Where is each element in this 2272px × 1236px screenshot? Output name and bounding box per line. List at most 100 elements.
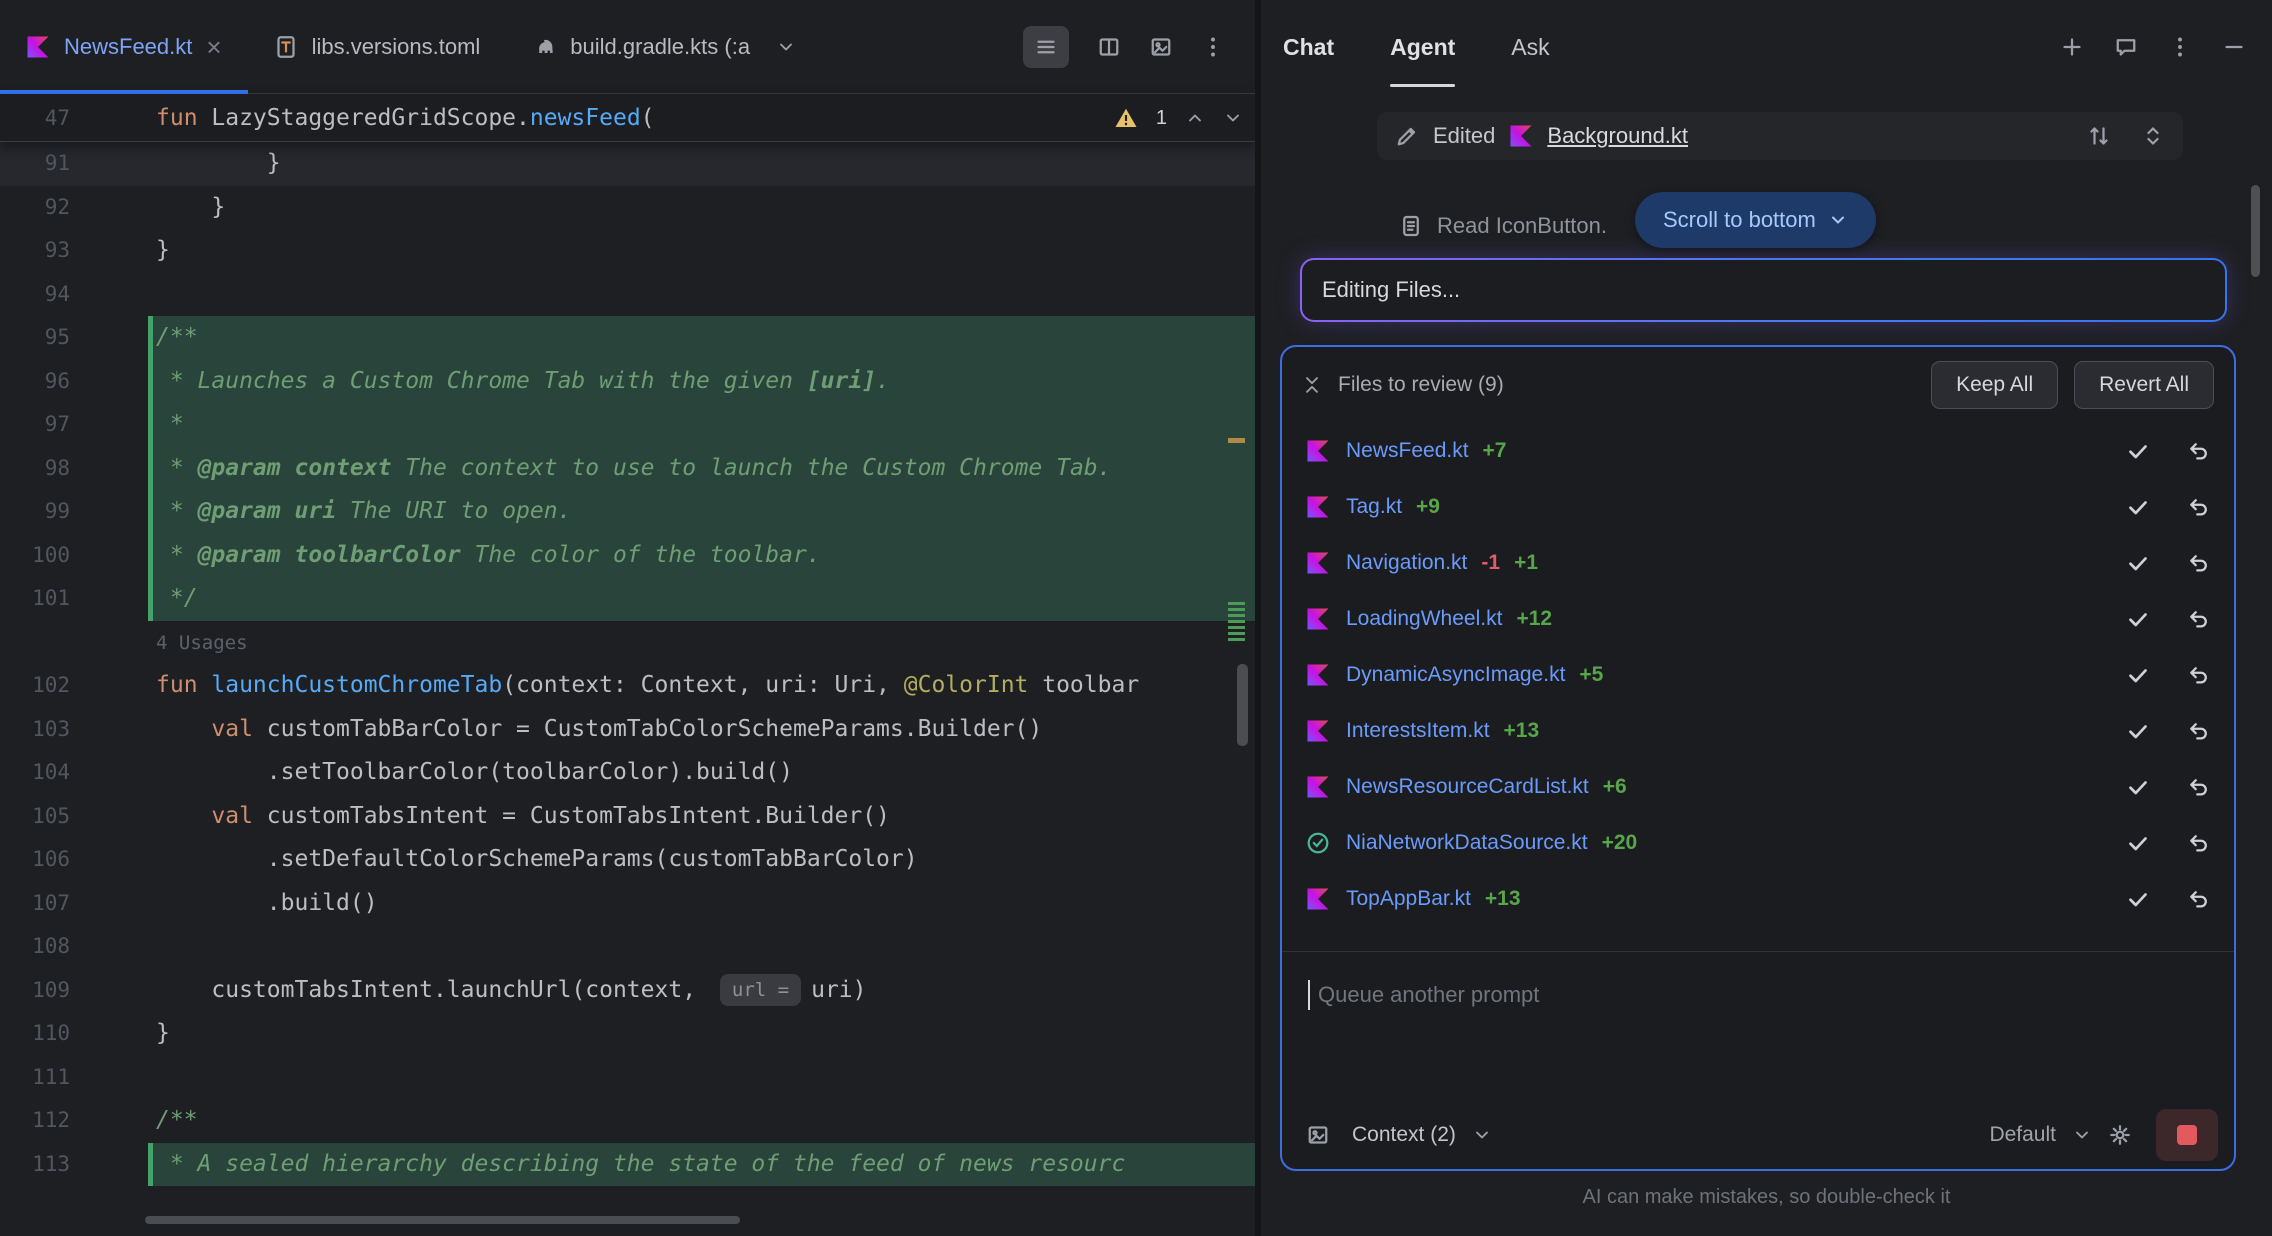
context-selector[interactable]: Context (2): [1352, 1123, 1456, 1147]
file-row[interactable]: LoadingWheel.kt+12: [1282, 591, 2234, 647]
code-line-text[interactable]: fun launchCustomChromeTab(context: Conte…: [148, 664, 1255, 708]
line-number[interactable]: 97: [0, 403, 148, 447]
chevron-down-icon[interactable]: [2072, 1125, 2092, 1145]
revert-file-button[interactable]: [2186, 495, 2210, 519]
line-number[interactable]: 99: [0, 490, 148, 534]
chat-scrollbar[interactable]: [2251, 185, 2260, 277]
prompt-input[interactable]: Queue another prompt: [1308, 967, 2208, 1023]
tab-agent[interactable]: Agent: [1390, 0, 1455, 94]
code-line[interactable]: 109 customTabsIntent.launchUrl(context, …: [0, 969, 1255, 1013]
tab-build-gradle[interactable]: build.gradle.kts (:a: [506, 0, 822, 93]
file-link[interactable]: DynamicAsyncImage.kt: [1346, 663, 1565, 687]
agent-step-edited[interactable]: Edited Background.kt: [1377, 112, 2183, 160]
horizontal-scrollbar[interactable]: [145, 1216, 740, 1224]
code-line[interactable]: 97 *: [0, 403, 1255, 447]
code-line-text[interactable]: /**: [148, 1099, 1255, 1143]
file-row[interactable]: DynamicAsyncImage.kt+5: [1282, 647, 2234, 703]
warning-icon[interactable]: [1114, 106, 1138, 130]
approve-file-button[interactable]: [2126, 551, 2150, 575]
chevron-down-icon[interactable]: [1223, 108, 1243, 128]
approve-file-button[interactable]: [2126, 663, 2150, 687]
code-line-text[interactable]: /**: [148, 316, 1255, 360]
change-stripe-marks[interactable]: [1228, 602, 1245, 644]
code-line[interactable]: 102fun launchCustomChromeTab(context: Co…: [0, 664, 1255, 708]
revert-file-button[interactable]: [2186, 551, 2210, 575]
code-line-text[interactable]: val customTabBarColor = CustomTabColorSc…: [148, 708, 1255, 752]
sticky-code-line[interactable]: 47 fun LazyStaggeredGridScope.newsFeed( …: [0, 94, 1255, 142]
approve-file-button[interactable]: [2126, 607, 2150, 631]
file-link[interactable]: TopAppBar.kt: [1346, 887, 1471, 911]
code-line-text[interactable]: * Launches a Custom Chrome Tab with the …: [148, 360, 1255, 404]
plus-icon[interactable]: [2060, 35, 2084, 59]
chevron-up-icon[interactable]: [1185, 108, 1205, 128]
code-line-text[interactable]: * @param context The context to use to l…: [148, 447, 1255, 491]
code-line-text[interactable]: * @param toolbarColor The color of the t…: [148, 534, 1255, 578]
approve-file-button[interactable]: [2126, 719, 2150, 743]
approve-file-button[interactable]: [2126, 439, 2150, 463]
line-number[interactable]: 105: [0, 795, 148, 839]
line-number[interactable]: 98: [0, 447, 148, 491]
approve-file-button[interactable]: [2126, 495, 2150, 519]
code-line[interactable]: 96 * Launches a Custom Chrome Tab with t…: [0, 360, 1255, 404]
line-number[interactable]: 106: [0, 838, 148, 882]
code-line[interactable]: 91 }: [0, 142, 1255, 186]
minimize-icon[interactable]: [2222, 35, 2246, 59]
file-link[interactable]: LoadingWheel.kt: [1346, 607, 1502, 631]
code-line[interactable]: 92 }: [0, 186, 1255, 230]
revert-file-button[interactable]: [2186, 607, 2210, 631]
file-row[interactable]: Tag.kt+9: [1282, 479, 2234, 535]
line-number[interactable]: 91: [0, 142, 148, 186]
code-line-text[interactable]: [148, 925, 1255, 969]
diff-icon[interactable]: [2087, 124, 2111, 148]
file-row[interactable]: TopAppBar.kt+13: [1282, 871, 2234, 927]
approve-file-button[interactable]: [2126, 775, 2150, 799]
code-line[interactable]: 100 * @param toolbarColor The color of t…: [0, 534, 1255, 578]
tab-ask[interactable]: Ask: [1511, 0, 1549, 94]
line-number[interactable]: 94: [0, 273, 148, 317]
code-line-text[interactable]: val customTabsIntent = CustomTabsIntent.…: [148, 795, 1255, 839]
image-icon[interactable]: [1149, 35, 1173, 59]
line-number[interactable]: [0, 621, 148, 665]
code-line-text[interactable]: .setDefaultColorSchemeParams(customTabBa…: [148, 838, 1255, 882]
more-icon[interactable]: [2168, 35, 2192, 59]
code-line[interactable]: 106 .setDefaultColorSchemeParams(customT…: [0, 838, 1255, 882]
agent-step-read[interactable]: Read IconButton.: [1399, 203, 1607, 249]
revert-file-button[interactable]: [2186, 831, 2210, 855]
line-number[interactable]: 100: [0, 534, 148, 578]
chevron-down-icon[interactable]: [1472, 1125, 1492, 1145]
chevron-down-icon[interactable]: [776, 37, 796, 57]
warning-stripe-mark[interactable]: [1228, 438, 1245, 443]
code-line[interactable]: 99 * @param uri The URI to open.: [0, 490, 1255, 534]
line-number[interactable]: 102: [0, 664, 148, 708]
file-link[interactable]: Tag.kt: [1346, 495, 1402, 519]
model-selector[interactable]: Default: [1989, 1123, 2056, 1147]
revert-file-button[interactable]: [2186, 775, 2210, 799]
gear-icon[interactable]: [2108, 1123, 2132, 1147]
code-line-text[interactable]: }: [148, 1012, 1255, 1056]
code-line[interactable]: 101 */: [0, 577, 1255, 621]
vertical-scrollbar[interactable]: [1237, 664, 1248, 746]
revert-file-button[interactable]: [2186, 663, 2210, 687]
code-line[interactable]: 108: [0, 925, 1255, 969]
image-icon[interactable]: [1306, 1123, 1330, 1147]
code-line-text[interactable]: }: [148, 186, 1255, 230]
code-line[interactable]: 104 .setToolbarColor(toolbarColor).build…: [0, 751, 1255, 795]
close-icon[interactable]: ×: [206, 34, 221, 60]
code-line[interactable]: 103 val customTabBarColor = CustomTabCol…: [0, 708, 1255, 752]
tab-libs-versions[interactable]: libs.versions.toml: [248, 0, 507, 93]
line-number[interactable]: 111: [0, 1056, 148, 1100]
file-link[interactable]: NewsResourceCardList.kt: [1346, 775, 1589, 799]
code-line[interactable]: 105 val customTabsIntent = CustomTabsInt…: [0, 795, 1255, 839]
stop-button[interactable]: [2156, 1109, 2218, 1161]
code-area[interactable]: 91 }92 }93}9495/**96 * Launches a Custom…: [0, 142, 1255, 1186]
comment-icon[interactable]: [2114, 35, 2138, 59]
line-number[interactable]: 104: [0, 751, 148, 795]
revert-file-button[interactable]: [2186, 719, 2210, 743]
code-line-text[interactable]: .setToolbarColor(toolbarColor).build(): [148, 751, 1255, 795]
code-line[interactable]: 98 * @param context The context to use t…: [0, 447, 1255, 491]
revert-file-button[interactable]: [2186, 887, 2210, 911]
line-number[interactable]: 113: [0, 1143, 148, 1187]
code-line-text[interactable]: [148, 273, 1255, 317]
approve-file-button[interactable]: [2126, 887, 2150, 911]
code-line-text[interactable]: }: [148, 229, 1255, 273]
